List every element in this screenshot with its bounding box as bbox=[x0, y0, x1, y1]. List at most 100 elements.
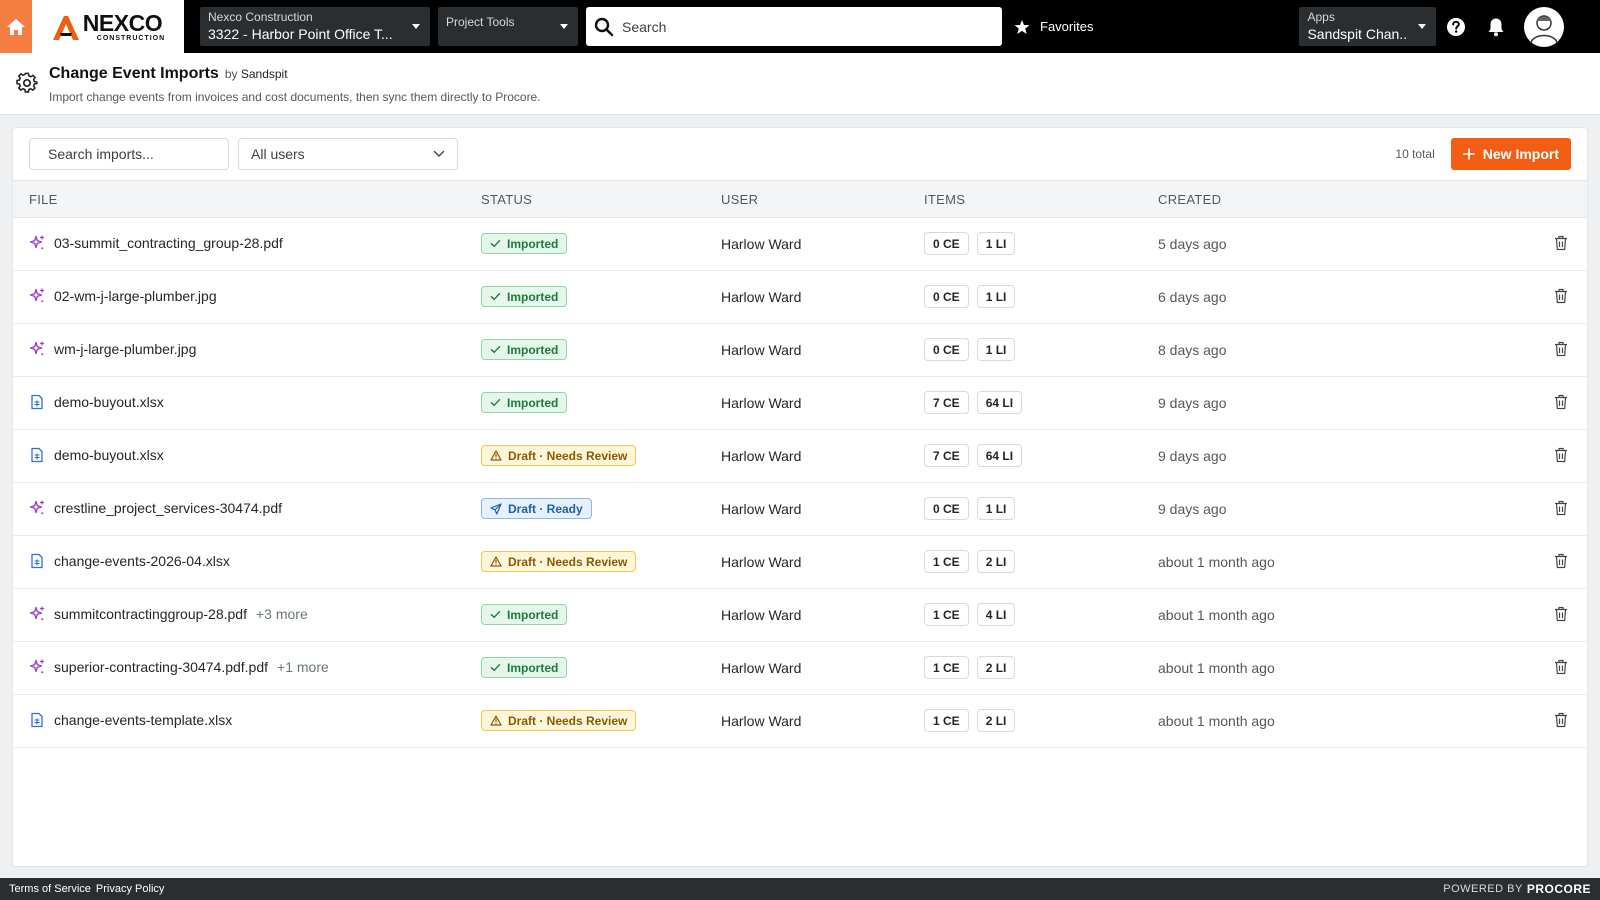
file-cell[interactable]: 02-wm-j-large-plumber.jpg bbox=[29, 288, 217, 304]
procore-logo: PROCORE bbox=[1526, 882, 1591, 896]
column-header-user[interactable]: USER bbox=[721, 192, 758, 207]
file-name[interactable]: 02-wm-j-large-plumber.jpg bbox=[54, 288, 217, 304]
file-name[interactable]: change-events-2026-04.xlsx bbox=[54, 553, 230, 569]
project-selector[interactable]: Nexco Construction 3322 - Harbor Point O… bbox=[200, 7, 430, 46]
terms-of-service-link[interactable]: Terms of Service bbox=[9, 883, 91, 895]
file-name[interactable]: superior-contracting-30474.pdf.pdf bbox=[54, 659, 268, 675]
items-cell: 1 CE 2 LI bbox=[924, 709, 1016, 732]
delete-import-button[interactable] bbox=[1554, 500, 1568, 516]
user-avatar[interactable] bbox=[1524, 6, 1565, 47]
home-button[interactable] bbox=[0, 0, 32, 53]
file-cell[interactable]: crestline_project_services-30474.pdf bbox=[29, 500, 282, 516]
delete-import-button[interactable] bbox=[1554, 447, 1568, 463]
company-logo[interactable]: NEXCO CONSTRUCTION bbox=[32, 0, 184, 53]
file-name[interactable]: summitcontractinggroup-28.pdf bbox=[54, 606, 247, 622]
users-filter-select[interactable]: All users bbox=[238, 138, 458, 170]
table-row[interactable]: summitcontractinggroup-28.pdf +3 more Impo… bbox=[13, 589, 1587, 642]
status-cell: Draft · Needs Review bbox=[481, 445, 637, 466]
vendor-name: Sandspit bbox=[240, 67, 288, 81]
column-header-items[interactable]: ITEMS bbox=[924, 192, 965, 207]
delete-import-button[interactable] bbox=[1554, 341, 1568, 357]
status-cell: Imported bbox=[481, 392, 568, 413]
items-cell: 0 CE 1 LI bbox=[924, 497, 1016, 520]
table-row[interactable]: 03-summit_contracting_group-28.pdf Import… bbox=[13, 218, 1587, 271]
user-cell: Harlow Ward bbox=[721, 289, 802, 305]
file-more-count[interactable]: +3 more bbox=[256, 606, 308, 622]
gear-icon[interactable] bbox=[16, 72, 38, 94]
file-name[interactable]: demo-buyout.xlsx bbox=[54, 394, 164, 410]
help-button[interactable] bbox=[1436, 0, 1476, 53]
sparkle-icon bbox=[29, 288, 45, 304]
column-header-status[interactable]: STATUS bbox=[481, 192, 532, 207]
check-icon bbox=[490, 238, 501, 249]
trash-icon bbox=[1554, 553, 1568, 569]
user-cell: Harlow Ward bbox=[721, 713, 802, 729]
column-header-file[interactable]: FILE bbox=[29, 192, 58, 207]
delete-import-button[interactable] bbox=[1554, 394, 1568, 410]
table-row[interactable]: change-events-template.xlsx Draft · Needs… bbox=[13, 695, 1587, 748]
file-cell[interactable]: wm-j-large-plumber.jpg bbox=[29, 341, 196, 357]
status-cell: Draft · Needs Review bbox=[481, 710, 637, 731]
table-row[interactable]: superior-contracting-30474.pdf.pdf +1 mor… bbox=[13, 642, 1587, 695]
users-filter-value: All users bbox=[251, 146, 305, 162]
delete-import-button[interactable] bbox=[1554, 606, 1568, 622]
file-cell[interactable]: change-events-2026-04.xlsx bbox=[29, 553, 230, 569]
file-name[interactable]: wm-j-large-plumber.jpg bbox=[54, 341, 196, 357]
trash-icon bbox=[1554, 712, 1568, 728]
user-cell: Harlow Ward bbox=[721, 236, 802, 252]
line-item-count: 2 LI bbox=[976, 550, 1016, 573]
project-tools-selector[interactable]: Project Tools bbox=[438, 7, 578, 46]
created-cell: about 1 month ago bbox=[1158, 660, 1275, 676]
file-name[interactable]: demo-buyout.xlsx bbox=[54, 447, 164, 463]
file-more-count[interactable]: +1 more bbox=[277, 659, 329, 675]
file-cell[interactable]: demo-buyout.xlsx bbox=[29, 447, 164, 463]
table-row[interactable]: wm-j-large-plumber.jpg Imported Harlow War… bbox=[13, 324, 1587, 377]
line-item-count: 2 LI bbox=[976, 656, 1016, 679]
page-description: Import change events from invoices and c… bbox=[49, 90, 541, 104]
help-icon bbox=[1447, 17, 1466, 36]
delete-import-button[interactable] bbox=[1554, 553, 1568, 569]
warning-icon bbox=[490, 450, 502, 461]
star-icon bbox=[1014, 19, 1030, 34]
favorites-button[interactable]: Favorites bbox=[1014, 19, 1093, 35]
change-event-count: 0 CE bbox=[924, 285, 969, 308]
sparkle-icon bbox=[29, 659, 45, 675]
file-cell[interactable]: change-events-template.xlsx bbox=[29, 712, 232, 728]
file-name[interactable]: change-events-template.xlsx bbox=[54, 712, 232, 728]
table-row[interactable]: demo-buyout.xlsx Imported Harlow Ward 7 CE 6… bbox=[13, 377, 1587, 430]
new-import-button[interactable]: New Import bbox=[1450, 138, 1571, 170]
table-row[interactable]: demo-buyout.xlsx Draft · Needs Review Harl… bbox=[13, 430, 1587, 483]
spreadsheet-icon bbox=[29, 447, 45, 463]
apps-selector[interactable]: Apps Sandspit Chan... bbox=[1299, 7, 1437, 46]
delete-import-button[interactable] bbox=[1554, 288, 1568, 304]
table-header: FILE STATUS USER ITEMS CREATED bbox=[13, 181, 1587, 218]
project-selector-label: Nexco Construction bbox=[208, 10, 313, 24]
change-event-count: 1 CE bbox=[924, 656, 969, 679]
notifications-button[interactable] bbox=[1476, 0, 1516, 53]
status-cell: Imported bbox=[481, 233, 568, 254]
check-icon bbox=[490, 662, 501, 673]
file-cell[interactable]: demo-buyout.xlsx bbox=[29, 394, 164, 410]
privacy-policy-link[interactable]: Privacy Policy bbox=[96, 883, 164, 895]
items-cell: 7 CE 64 LI bbox=[924, 444, 1023, 467]
file-cell[interactable]: summitcontractinggroup-28.pdf +3 more bbox=[29, 606, 308, 622]
table-row[interactable]: change-events-2026-04.xlsx Draft · Needs … bbox=[13, 536, 1587, 589]
imports-search-input[interactable] bbox=[48, 146, 229, 162]
file-name[interactable]: 03-summit_contracting_group-28.pdf bbox=[54, 235, 283, 251]
delete-import-button[interactable] bbox=[1554, 659, 1568, 675]
global-search-input[interactable] bbox=[622, 18, 1002, 35]
column-header-created[interactable]: CREATED bbox=[1158, 192, 1221, 207]
status-badge: Draft · Ready bbox=[481, 498, 592, 519]
file-cell[interactable]: superior-contracting-30474.pdf.pdf +1 mor… bbox=[29, 659, 329, 675]
delete-import-button[interactable] bbox=[1554, 712, 1568, 728]
bell-icon bbox=[1488, 18, 1504, 36]
file-name[interactable]: crestline_project_services-30474.pdf bbox=[54, 500, 282, 516]
project-tools-label: Project Tools bbox=[446, 15, 515, 29]
user-cell: Harlow Ward bbox=[721, 660, 802, 676]
file-cell[interactable]: 03-summit_contracting_group-28.pdf bbox=[29, 235, 283, 251]
delete-import-button[interactable] bbox=[1554, 235, 1568, 251]
sparkle-icon bbox=[29, 235, 45, 251]
table-row[interactable]: 02-wm-j-large-plumber.jpg Imported Harlow … bbox=[13, 271, 1587, 324]
change-event-count: 1 CE bbox=[924, 550, 969, 573]
table-row[interactable]: crestline_project_services-30474.pdf Draf… bbox=[13, 483, 1587, 536]
